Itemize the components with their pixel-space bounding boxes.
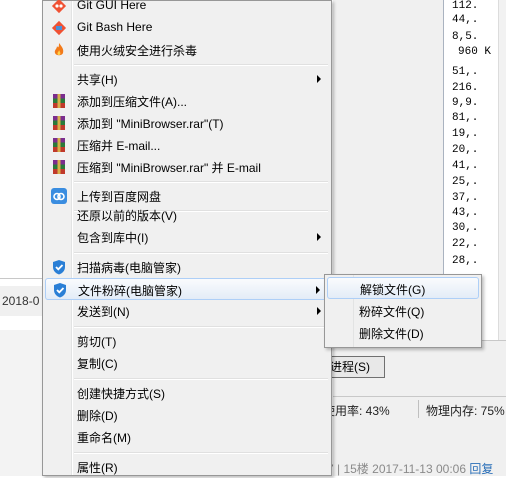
tencent-shield-icon: [51, 259, 67, 275]
menu-item-label: 包含到库中(I): [77, 231, 149, 245]
menu-item-label: 使用火绒安全进行杀毒: [77, 44, 198, 58]
menu-item-label: 复制(C): [77, 357, 118, 371]
file-shredder-submenu: 解锁文件(G) 粉碎文件(Q) 删除文件(D): [324, 274, 482, 348]
submenu-item-label: 粉碎文件(Q): [359, 305, 425, 319]
menu-item-delete[interactable]: 删除(D): [45, 404, 329, 426]
huorong-icon: [51, 42, 67, 58]
git-gui-icon: [51, 0, 67, 14]
file-pane: [0, 0, 44, 279]
menu-item-label: 文件粉碎(电脑管家): [78, 284, 182, 298]
submenu-item-label: 解锁文件(G): [360, 283, 426, 297]
end-process-button[interactable]: 进程(S): [323, 356, 385, 378]
menu-separator: [74, 64, 328, 66]
submenu-item-delete-file[interactable]: 删除文件(D): [327, 322, 479, 344]
menu-item-label: 发送到(N): [77, 305, 130, 319]
menu-item-label: Git GUI Here: [77, 0, 147, 12]
baidu-cloud-icon: [51, 188, 67, 204]
winrar-icon: [51, 137, 67, 153]
menu-item-label: 扫描病毒(电脑管家): [77, 261, 181, 275]
date-fragment: 2018-0: [2, 294, 40, 308]
menu-item-label: 创建快捷方式(S): [77, 387, 165, 401]
menu-item-scan-virus[interactable]: 扫描病毒(电脑管家): [45, 256, 329, 278]
menu-separator: [74, 252, 328, 254]
winrar-icon: [51, 93, 67, 109]
menu-item-label: 还原以前的版本(V): [77, 209, 177, 223]
menu-item-create-shortcut[interactable]: 创建快捷方式(S): [45, 382, 329, 404]
menu-separator: [74, 378, 328, 380]
menu-separator: [74, 181, 328, 183]
context-menu: Git GUI Here Git Bash Here 使用火绒安全进行杀毒 共享…: [42, 0, 332, 476]
menu-item-label: 压缩并 E-mail...: [77, 139, 161, 153]
memory-usage-status: 物理内存: 75%: [426, 404, 505, 418]
lower-pane: [0, 330, 44, 476]
status-separator: [418, 400, 419, 418]
menu-item-file-shredder[interactable]: 文件粉碎(电脑管家): [45, 278, 329, 300]
vertical-scrollbar[interactable]: [498, 0, 506, 340]
date-bar: 2018-0: [0, 286, 44, 316]
submenu-arrow-icon: [317, 233, 321, 241]
submenu-arrow-icon: [317, 75, 321, 83]
menu-item-label: 删除(D): [77, 409, 118, 423]
menu-item-share[interactable]: 共享(H): [45, 68, 329, 90]
footer-text: 7 | 15楼 2017-11-13 00:06: [327, 462, 466, 476]
menu-item-compress-email[interactable]: 压缩并 E-mail...: [45, 134, 329, 156]
tencent-shield-icon: [52, 282, 68, 298]
menu-item-copy[interactable]: 复制(C): [45, 352, 329, 374]
winrar-icon: [51, 159, 67, 175]
menu-separator: [74, 326, 328, 328]
task-manager-window: 112. 44,. 8,5. 960 K 51,. 216. 9,9. 81,.…: [323, 0, 506, 476]
reply-link[interactable]: 回复: [469, 462, 493, 476]
git-bash-icon: [51, 20, 67, 36]
menu-item-label: 共享(H): [77, 73, 118, 87]
menu-item-label: 添加到 "MiniBrowser.rar"(T): [77, 117, 224, 131]
menu-item-add-to-minibrowser-rar[interactable]: 添加到 "MiniBrowser.rar"(T): [45, 112, 329, 134]
menu-item-git-bash[interactable]: Git Bash Here: [45, 17, 329, 39]
menu-item-include-in-library[interactable]: 包含到库中(I): [45, 226, 329, 248]
menu-item-properties[interactable]: 属性(R): [45, 456, 329, 478]
menu-item-restore-previous[interactable]: 还原以前的版本(V): [45, 204, 329, 226]
submenu-arrow-icon: [316, 286, 320, 294]
cpu-usage-status: 使用率: 43%: [323, 404, 390, 418]
winrar-icon: [51, 115, 67, 131]
menu-item-cut[interactable]: 剪切(T): [45, 330, 329, 352]
menu-item-send-to[interactable]: 发送到(N): [45, 300, 329, 322]
menu-item-label: 重命名(M): [77, 431, 131, 445]
list-cell: 960 K: [458, 46, 492, 58]
submenu-item-label: 删除文件(D): [359, 327, 424, 341]
submenu-item-shred-file[interactable]: 粉碎文件(Q): [327, 300, 479, 322]
menu-item-rename[interactable]: 重命名(M): [45, 426, 329, 448]
submenu-arrow-icon: [317, 307, 321, 315]
background-window-left: 2018-0: [0, 0, 44, 476]
menu-item-add-to-archive[interactable]: 添加到压缩文件(A)...: [45, 90, 329, 112]
submenu-item-unlock-file[interactable]: 解锁文件(G): [327, 277, 479, 299]
list-cell: 28,.: [452, 255, 479, 267]
menu-item-compress-to-rar-email[interactable]: 压缩到 "MiniBrowser.rar" 并 E-mail: [45, 156, 329, 178]
menu-item-label: Git Bash Here: [77, 20, 153, 34]
menu-item-label: 添加到压缩文件(A)...: [77, 95, 187, 109]
menu-item-label: 剪切(T): [77, 335, 117, 349]
forum-footer: 7 | 15楼 2017-11-13 00:06 回复: [327, 460, 493, 477]
menu-item-label: 属性(R): [77, 461, 118, 475]
menu-separator: [74, 452, 328, 454]
menu-item-git-gui[interactable]: Git GUI Here: [45, 0, 329, 17]
menu-item-label: 压缩到 "MiniBrowser.rar" 并 E-mail: [77, 161, 261, 175]
menu-item-label: 上传到百度网盘: [77, 190, 162, 204]
menu-item-huorong-scan[interactable]: 使用火绒安全进行杀毒: [45, 39, 329, 61]
